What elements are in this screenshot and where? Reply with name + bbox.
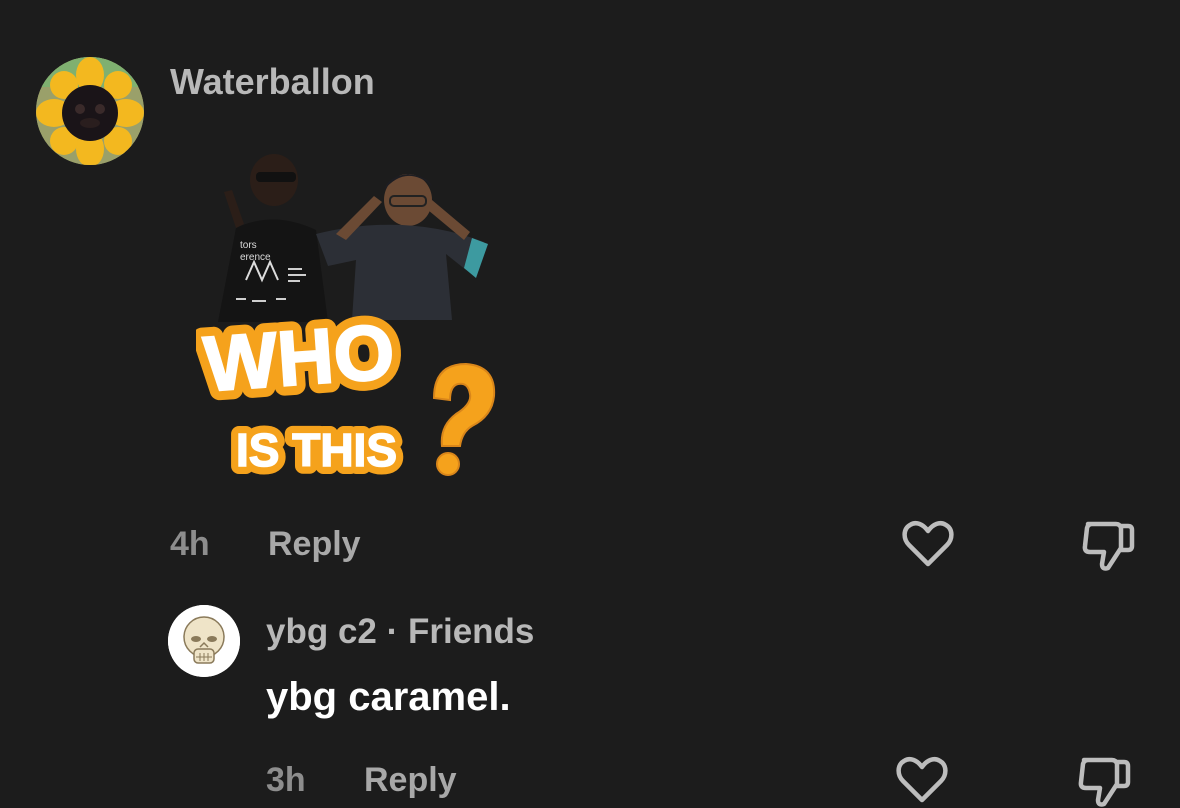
dislike-button[interactable] <box>1076 754 1132 808</box>
svg-text:WHO: WHO <box>201 307 397 408</box>
like-button[interactable] <box>902 520 954 568</box>
comment-username[interactable]: Waterballon <box>170 60 375 104</box>
sticker-who-text: WHO WHO IS THIS IS THIS <box>196 297 407 480</box>
comment-username[interactable]: ybg c2 · Friends <box>266 610 534 654</box>
user-avatar[interactable] <box>36 57 144 165</box>
reply-button[interactable]: Reply <box>364 758 457 802</box>
svg-text:erence: erence <box>240 252 271 263</box>
who-is-this-sticker[interactable]: tors erence WHO WHO IS THIS IS THIS <box>196 150 500 480</box>
dislike-button[interactable] <box>1080 518 1136 572</box>
reply-button[interactable]: Reply <box>268 522 361 566</box>
svg-text:tors: tors <box>240 240 257 251</box>
heart-icon <box>896 757 948 803</box>
comment-timestamp: 3h <box>266 761 306 799</box>
skull-avatar-icon <box>168 605 240 677</box>
comment-text: ybg caramel. <box>266 675 511 719</box>
user-avatar[interactable] <box>168 605 240 677</box>
thumbs-down-icon <box>1082 521 1135 571</box>
svg-text:IS THIS: IS THIS <box>236 424 397 476</box>
sunflower-avatar-icon <box>36 57 144 165</box>
person-figure-right <box>316 174 488 320</box>
sticker-question-mark <box>432 362 496 476</box>
like-button[interactable] <box>896 756 948 804</box>
comment-timestamp: 4h <box>170 525 210 563</box>
thumbs-down-icon <box>1078 757 1131 807</box>
person-figure-left: tors erence <box>218 154 328 322</box>
heart-icon <box>902 521 954 567</box>
